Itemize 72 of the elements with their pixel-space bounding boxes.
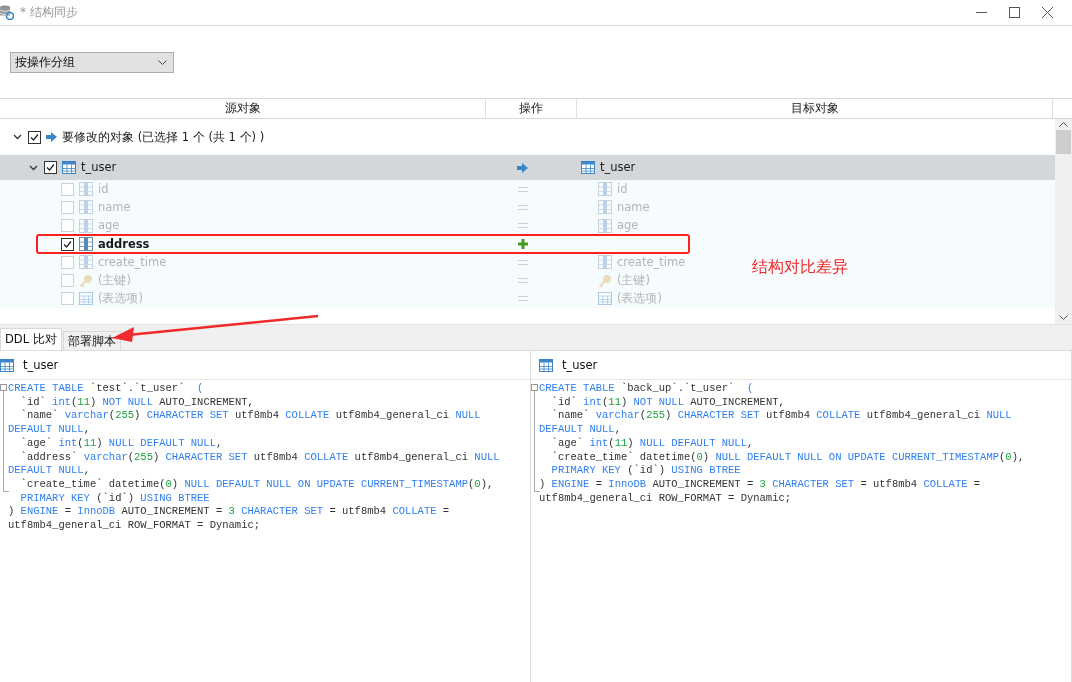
field-name: address: [98, 237, 150, 251]
column-icon: [79, 255, 93, 270]
scroll-thumb[interactable]: [1056, 130, 1071, 154]
check-icon: [63, 239, 72, 249]
equal-icon: [517, 223, 528, 229]
field-name: age: [617, 219, 639, 233]
column-icon: [598, 200, 612, 215]
maximize-icon: [1009, 7, 1020, 18]
chevron-up-icon: [1059, 122, 1068, 127]
field-name: create_time: [98, 255, 167, 269]
field-name: id: [98, 182, 109, 196]
key-icon: [598, 273, 612, 288]
check-icon: [30, 132, 39, 142]
field-name: create_time: [617, 255, 686, 269]
close-icon: [1042, 7, 1053, 18]
sql-text: CREATE TABLE `back_up`.`t_user` ( `id` int(11) NOT NULL AUTO_INCREMENT, `name` varchar(255) CHARACTER SET utf8mb4 COLLATE utf8mb4_general_ci NULL DEFAULT NULL, `age` int(11) NULL DEFAULT NULL, `create_time` datetime(0) NULL DEFAULT NULL ON UPDATE CURRENT_TIMESTAMP(0), PRIMARY KEY (`id`) USING BTREE ) ENGINE = InnoDB AUTO_INCREMENT = 3 CHARACTER SET = utf8mb4 COLLATE = utf8mb4_general_ci ROW_FORMAT = Dynamic;: [539, 382, 1025, 506]
tab[interactable]: DDL 比对: [0, 328, 62, 350]
chevron-down-icon[interactable]: [12, 134, 22, 140]
field-name: (表选项): [98, 292, 143, 306]
table-name: t_user: [81, 161, 117, 174]
column-icon: [598, 182, 612, 197]
check-icon: [46, 163, 55, 172]
field-name: name: [98, 200, 131, 214]
table-row[interactable]: t_user t_user: [0, 155, 1055, 180]
minimize-icon: [976, 12, 987, 13]
plus-icon: [517, 239, 528, 250]
column-icon: [598, 218, 612, 233]
table-name: t_user: [600, 161, 636, 174]
equal-icon: [517, 296, 528, 302]
chevron-down-icon: [1059, 315, 1068, 320]
chevron-down-icon[interactable]: [28, 164, 38, 171]
key-icon: [79, 273, 93, 288]
checkbox[interactable]: [61, 237, 74, 251]
table-icon: [62, 161, 76, 174]
field-name: (主键): [617, 274, 650, 288]
sql-text: CREATE TABLE `test`.`t_user` ( `id` int(11) NOT NULL AUTO_INCREMENT, `name` varchar(255) CHARACTER SET utf8mb4 COLLATE utf8mb4_general_ci NULL DEFAULT NULL, `age` int(11) NULL DEFAULT NULL, `address` varchar(255) CHARACTER SET utf8mb4 COLLATE utf8mb4_general_ci NULL DEFAULT NULL, `create_time` datetime(0) NULL DEFAULT NULL ON UPDATE CURRENT_TIMESTAMP(0), PRIMARY KEY (`id`) USING BTREE ) ENGINE = InnoDB AUTO_INCREMENT = 3 CHARACTER SET = utf8mb4 COLLATE = utf8mb4_general_ci ROW_FORMAT = Dynamic;: [8, 382, 500, 533]
field-name: name: [617, 200, 650, 214]
group-label: 要修改的对象 (已选择 1 个 (共 1 个) ): [62, 130, 265, 144]
tab[interactable]: 部署脚本: [62, 331, 121, 350]
arrow-right-icon: [46, 132, 57, 142]
window-title: * 结构同步: [20, 4, 79, 21]
table-icon: [598, 292, 612, 306]
column-icon: [79, 182, 93, 197]
table-icon: [79, 292, 93, 306]
pane-title: t_user: [562, 358, 598, 372]
database-sync-icon: [0, 5, 14, 20]
field-name: age: [98, 219, 120, 233]
column-icon: [79, 218, 93, 233]
checkbox[interactable]: [28, 130, 41, 144]
equal-icon: [517, 278, 528, 284]
arrow-right-icon: [517, 162, 528, 173]
column-icon: [598, 255, 612, 270]
table-icon: [581, 161, 595, 174]
annotation-label: 结构对比差异: [752, 257, 848, 278]
equal-icon: [517, 259, 528, 265]
equal-icon: [517, 186, 528, 192]
column-header: 目标对象: [577, 99, 1053, 118]
column-header: 操作: [486, 99, 577, 118]
column-header: 源对象: [0, 99, 486, 118]
field-name: (表选项): [617, 292, 662, 306]
scrollbar[interactable]: [1055, 119, 1072, 324]
equal-icon: [517, 204, 528, 210]
checkbox[interactable]: [44, 161, 57, 174]
chevron-down-icon: [158, 59, 167, 65]
group-by-dropdown[interactable]: 按操作分组: [10, 51, 174, 73]
field-name: id: [617, 182, 628, 196]
fold-icon[interactable]: [0, 384, 7, 391]
table-icon: [539, 358, 553, 372]
column-icon: [79, 200, 93, 215]
pane-title: t_user: [23, 358, 59, 372]
field-name: (主键): [98, 274, 131, 288]
fold-icon[interactable]: [531, 384, 538, 391]
